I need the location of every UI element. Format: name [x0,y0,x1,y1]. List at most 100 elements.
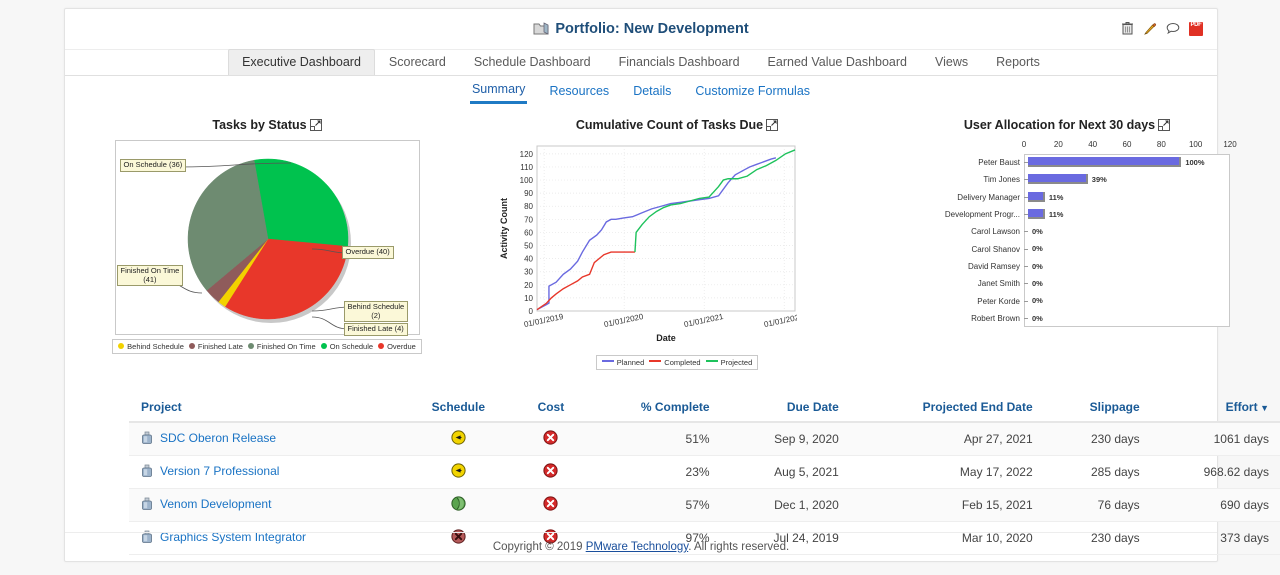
bar-fill[interactable] [1028,208,1045,219]
pdf-export-icon[interactable]: PDF [1189,22,1203,36]
svg-text:70: 70 [524,215,533,224]
cell-effort: 1061 days [1151,422,1280,456]
expand-icon[interactable] [766,119,779,134]
cell-slippage: 76 days [1044,488,1152,522]
sort-desc-icon[interactable]: ▼ [1258,403,1269,413]
table-row[interactable]: Venom Development 57% Dec 1, 2020 Feb 15, 2… [129,488,1280,522]
main-tabs: Executive Dashboard Scorecard Schedule D… [65,49,1217,76]
bar-row: Tim Jones 39% [922,171,1212,188]
subtab-resources[interactable]: Resources [547,80,611,103]
tab-financials-dashboard[interactable]: Financials Dashboard [605,49,754,75]
table-header-schedule[interactable]: Schedule [402,394,515,423]
legend-label: Planned [616,358,645,367]
cell-effort: 968.62 days [1151,455,1280,489]
project-link[interactable]: Venom Development [160,497,271,511]
column-label: Due Date [786,400,839,414]
tab-executive-dashboard[interactable]: Executive Dashboard [228,49,375,75]
svg-text:60: 60 [524,228,533,237]
svg-text:120: 120 [520,150,534,159]
bar-track: 0% [1028,223,1212,240]
bar-track: 0% [1028,310,1212,327]
x-axis-tick: 0 [1021,140,1027,149]
pie-callout-overdue: Overdue (40) [341,246,394,259]
comment-icon[interactable] [1166,22,1180,37]
table-header-project[interactable]: Project [129,394,403,423]
column-label: Effort [1225,400,1258,414]
expand-icon[interactable] [309,119,322,134]
bar-category-label: Development Progr... [944,210,1020,220]
bar-value-label: 0% [1032,296,1043,306]
footer-link[interactable]: PMware Technology [586,541,689,553]
x-axis-tick: 100 [1188,140,1203,149]
legend-label: Finished Late [197,342,243,351]
footer: Copyright © 2019 PMware Technology. All … [65,532,1217,561]
project-link[interactable]: SDC Oberon Release [160,431,276,445]
project-link[interactable]: Version 7 Professional [160,464,279,478]
svg-text:90: 90 [524,189,533,198]
subtab-customize-formulas[interactable]: Customize Formulas [693,80,812,103]
legend-swatch [320,343,327,349]
legend-label: Completed [664,358,701,367]
bar-value-label: 39% [1091,175,1107,185]
charts-band: Tasks by Status On Schedule (36) Overdue… [65,106,1237,370]
column-label: Schedule [431,400,486,414]
cell-project: SDC Oberon Release [129,422,403,456]
bar-track: 0% [1028,275,1212,292]
column-label: % Complete [640,400,710,414]
cell-effort: 690 days [1151,488,1280,522]
sub-tabs: Summary Resources Details Customize Form… [65,76,1217,106]
pie-callout-finished-late: Finished Late (4) [343,323,408,336]
cell-cost-status [514,422,588,456]
svg-text:01/01/2022: 01/01/2022 [763,312,797,329]
edit-pencil-icon[interactable] [1143,21,1157,37]
cell-percent-complete: 23% [587,455,722,489]
tab-scorecard[interactable]: Scorecard [375,49,460,75]
project-icon [141,497,154,514]
tab-views[interactable]: Views [921,49,982,75]
expand-icon[interactable] [1158,119,1171,134]
table-header-cost[interactable]: Cost [514,394,588,423]
table-header-complete[interactable]: % Complete [587,394,722,423]
bar-track: 0% [1028,240,1212,257]
legend-swatch [247,343,254,349]
svg-text:100: 100 [520,176,534,185]
user-allocation-widget: User Allocation for Next 30 days 0 20 40 60… [917,118,1237,327]
bar-track: 0% [1028,292,1212,309]
subtab-details[interactable]: Details [631,80,673,103]
bar-row: Carol Lawson 0% [922,223,1212,240]
delete-icon[interactable] [1121,21,1134,37]
column-label: Projected End Date [922,400,1033,414]
bar-row: Robert Brown 0% [922,310,1212,327]
bar-fill[interactable] [1028,157,1182,167]
cell-percent-complete: 51% [587,422,722,456]
x-axis-tick: 40 [1088,140,1098,149]
bar-fill[interactable] [1028,174,1088,185]
table-header-slippage[interactable]: Slippage [1044,394,1152,423]
svg-text:01/01/2020: 01/01/2020 [603,312,645,329]
column-label: Slippage [1089,400,1140,414]
cell-due-date: Aug 5, 2021 [721,455,851,489]
subtab-summary[interactable]: Summary [469,78,528,104]
bar-category-label: David Ramsey [967,261,1020,271]
svg-text:01/01/2021: 01/01/2021 [683,312,725,329]
legend-swatch [118,343,125,349]
svg-text:80: 80 [524,202,533,211]
bar-row: Development Progr... 11% [922,206,1212,223]
table-header-projected-end-date[interactable]: Projected End Date [850,394,1045,423]
table-row[interactable]: Version 7 Professional 23% Aug 5, 2021 May … [129,455,1280,489]
bar-fill[interactable] [1028,191,1045,202]
bar-value-label: 100% [1185,158,1205,167]
table-header-due-date[interactable]: Due Date [721,394,851,423]
tab-reports[interactable]: Reports [982,49,1054,75]
project-icon [141,431,154,448]
cell-schedule-status [402,488,515,522]
tab-earned-value-dashboard[interactable]: Earned Value Dashboard [754,49,921,75]
table-header-effort[interactable]: Effort ▼ [1151,394,1280,423]
legend-label: Finished On Time [256,342,316,351]
cell-cost-status [514,488,588,522]
status-error-x-icon [543,496,558,514]
tab-schedule-dashboard[interactable]: Schedule Dashboard [460,49,605,75]
projects-table-wrapper: Project Schedule Cost % Complete Due Date Pro… [129,394,1280,555]
table-row[interactable]: SDC Oberon Release 51% Sep 9, 2020 Apr 27, … [129,422,1280,456]
cell-slippage: 285 days [1044,455,1152,489]
